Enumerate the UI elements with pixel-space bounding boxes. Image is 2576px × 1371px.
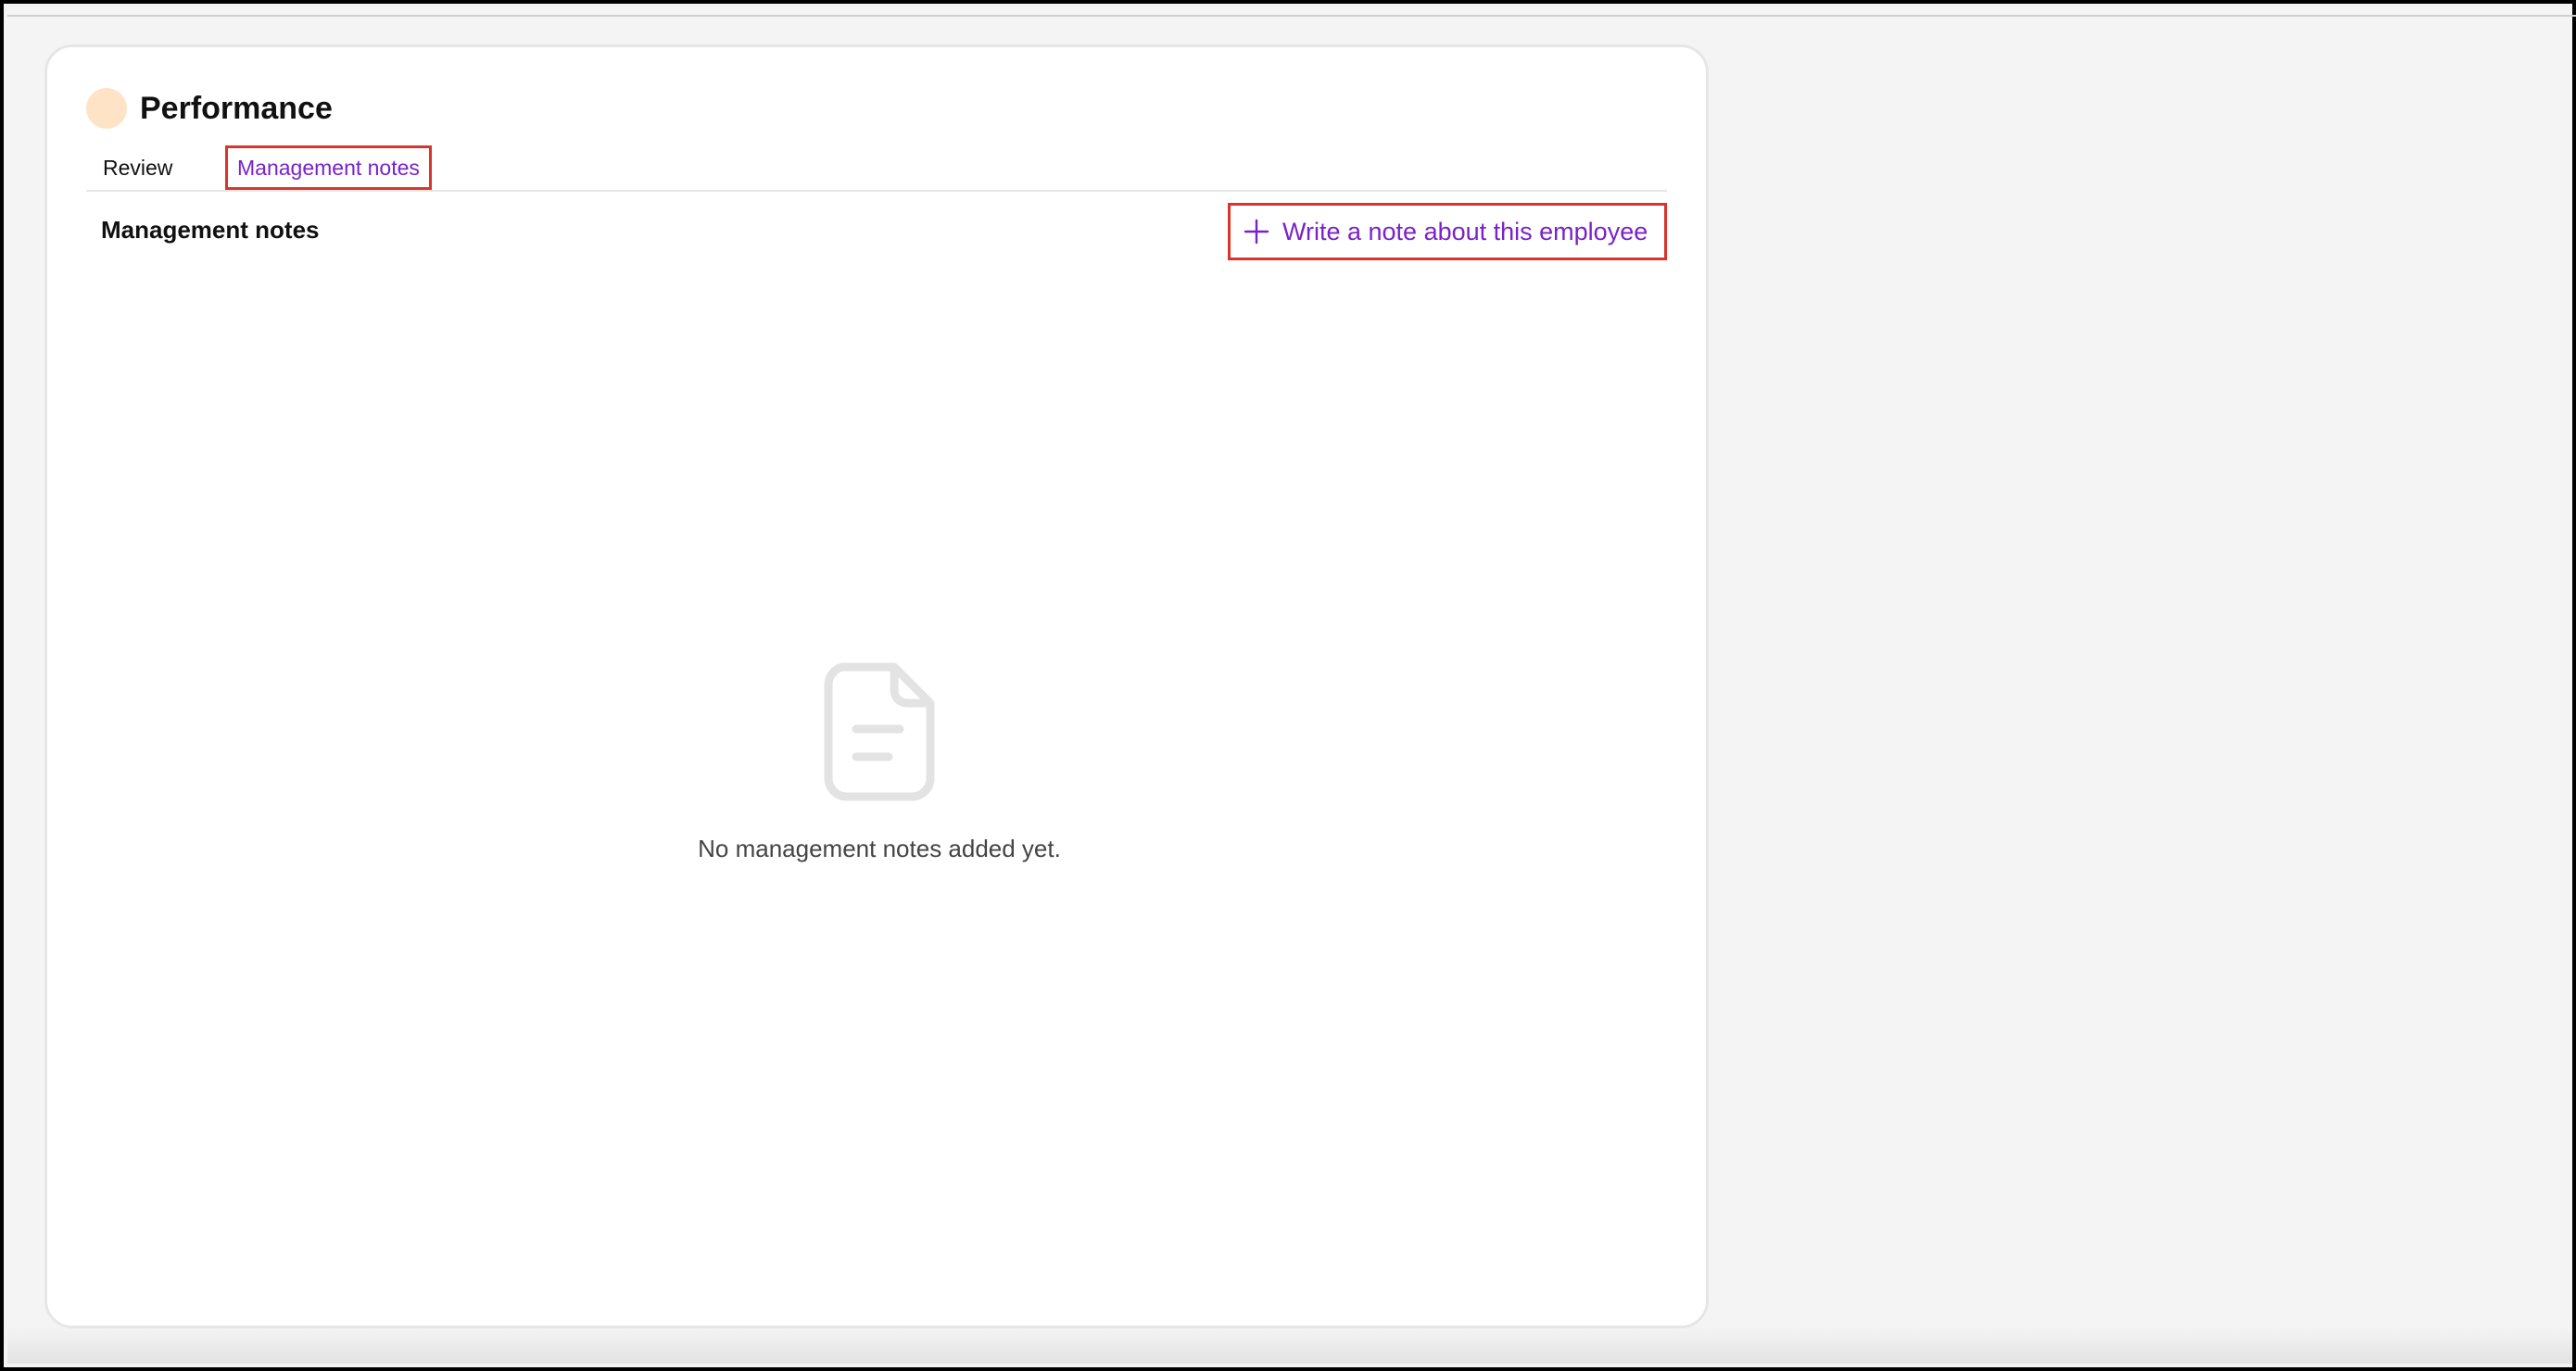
top-divider (7, 15, 2576, 17)
card-header: Performance (86, 88, 333, 129)
page-title: Performance (140, 90, 333, 126)
write-note-button[interactable]: Write a note about this employee (1228, 203, 1667, 260)
bottom-shadow (7, 1327, 2576, 1364)
screen-frame: Performance Review Management notes Mana… (0, 0, 2576, 1371)
plus-icon (1244, 219, 1269, 245)
performance-card: Performance Review Management notes Mana… (44, 44, 1709, 1328)
empty-state: No management notes added yet. (47, 662, 1711, 863)
write-note-label: Write a note about this employee (1282, 217, 1648, 245)
tab-bar: Review Management notes (86, 145, 1667, 192)
tab-management-notes[interactable]: Management notes (225, 145, 432, 190)
avatar (86, 88, 127, 129)
empty-state-message: No management notes added yet. (698, 835, 1061, 862)
section-title: Management notes (101, 216, 320, 244)
tab-review[interactable]: Review (103, 145, 172, 190)
document-icon (824, 662, 935, 801)
